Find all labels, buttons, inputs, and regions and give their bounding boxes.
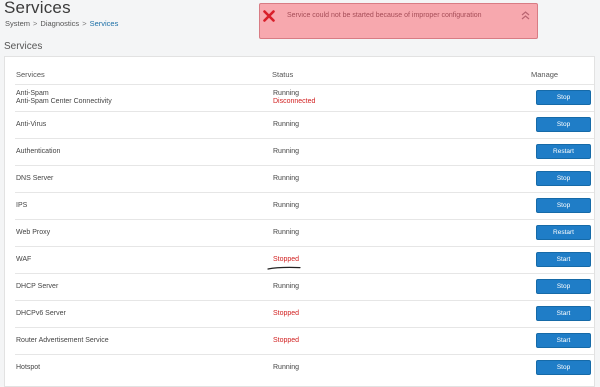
double-chevron-up-icon[interactable] (520, 10, 531, 21)
service-status: Running (273, 202, 299, 210)
services-panel: Services Status Manage Anti-Spam Anti-Sp… (4, 56, 595, 387)
stop-button[interactable]: Stop (536, 117, 591, 132)
service-status: Running (273, 283, 299, 291)
table-row: Router Advertisement Service Stopped Sta… (15, 327, 594, 354)
restart-button[interactable]: Restart (536, 225, 591, 240)
status-text: Stopped (273, 337, 300, 344)
service-status: Running Disconnected (273, 90, 315, 106)
alert-message: Service could not be started because of … (287, 12, 482, 19)
table-row: WAF Stopped Start (15, 246, 594, 273)
service-name: DHCPv6 Server (16, 310, 66, 317)
table-row: Hotspot Running Stop (15, 354, 594, 381)
service-status: Running (273, 364, 299, 372)
breadcrumb-separator: > (82, 19, 87, 28)
service-name: Anti-Spam Anti-Spam Center Connectivity (16, 90, 112, 106)
table-row: IPS Running Stop (15, 192, 594, 219)
breadcrumb-item-services: Services (89, 19, 119, 28)
stop-button[interactable]: Stop (536, 90, 591, 105)
section-title: Services (4, 41, 43, 52)
table-row: DHCP Server Running Stop (15, 273, 594, 300)
table-row: DHCPv6 Server Stopped Start (15, 300, 594, 327)
service-name: IPS (16, 202, 28, 209)
table-row: Anti-Spam Anti-Spam Center Connectivity … (15, 84, 594, 111)
service-name: DHCP Server (16, 283, 59, 290)
service-status: Stopped (273, 337, 299, 345)
status-text: Running (273, 364, 300, 371)
status-text: Running (273, 229, 300, 236)
service-name: Router Advertisement Service (16, 337, 109, 344)
table-row: Authentication Running Restart (15, 138, 594, 165)
breadcrumb: System > Diagnostics > Services (5, 19, 118, 28)
status-text: Running (273, 283, 300, 290)
service-status: Running (273, 175, 299, 183)
stop-button[interactable]: Stop (536, 198, 591, 213)
service-status: Running (273, 121, 299, 129)
service-name: Anti-Virus (16, 121, 47, 128)
service-name-line: Anti-Spam (16, 90, 49, 97)
service-name-line: Anti-Spam Center Connectivity (16, 98, 112, 105)
stop-button[interactable]: Stop (536, 171, 591, 186)
service-status: Running (273, 148, 299, 156)
page-title: Services (4, 0, 71, 17)
stop-button[interactable]: Stop (536, 360, 591, 375)
status-text: Disconnected (273, 98, 316, 105)
column-header-status: Status (272, 70, 294, 79)
service-name: Web Proxy (16, 229, 51, 236)
table-row: Web Proxy Running Restart (15, 219, 594, 246)
start-button[interactable]: Start (536, 333, 591, 348)
status-text: Stopped (273, 256, 300, 263)
stop-button[interactable]: Stop (536, 279, 591, 294)
service-name: WAF (16, 256, 32, 263)
service-name: DNS Server (16, 175, 54, 182)
service-status: Stopped (273, 310, 299, 318)
status-text: Running (273, 148, 300, 155)
table-row: Anti-Virus Running Stop (15, 111, 594, 138)
column-header-manage: Manage (531, 70, 559, 79)
status-text: Running (273, 175, 300, 182)
handwritten-underline-mark (267, 266, 301, 270)
table-row: DNS Server Running Stop (15, 165, 594, 192)
restart-button[interactable]: Restart (536, 144, 591, 159)
column-header-services: Services (16, 70, 45, 79)
service-status: Stopped (273, 256, 299, 264)
start-button[interactable]: Start (536, 306, 591, 321)
service-name: Authentication (16, 148, 61, 155)
table-header: Services Status Manage (5, 57, 594, 84)
status-text: Stopped (273, 310, 300, 317)
breadcrumb-item-diagnostics[interactable]: Diagnostics (40, 19, 79, 28)
status-text: Running (273, 90, 300, 97)
breadcrumb-separator: > (33, 19, 38, 28)
breadcrumb-item-system[interactable]: System (5, 19, 30, 28)
status-text: Running (273, 121, 300, 128)
error-alert: Service could not be started because of … (259, 3, 538, 39)
service-status: Running (273, 229, 299, 237)
status-text: Running (273, 202, 300, 209)
error-x-icon (263, 10, 275, 22)
start-button[interactable]: Start (536, 252, 591, 267)
service-name: Hotspot (16, 364, 41, 371)
